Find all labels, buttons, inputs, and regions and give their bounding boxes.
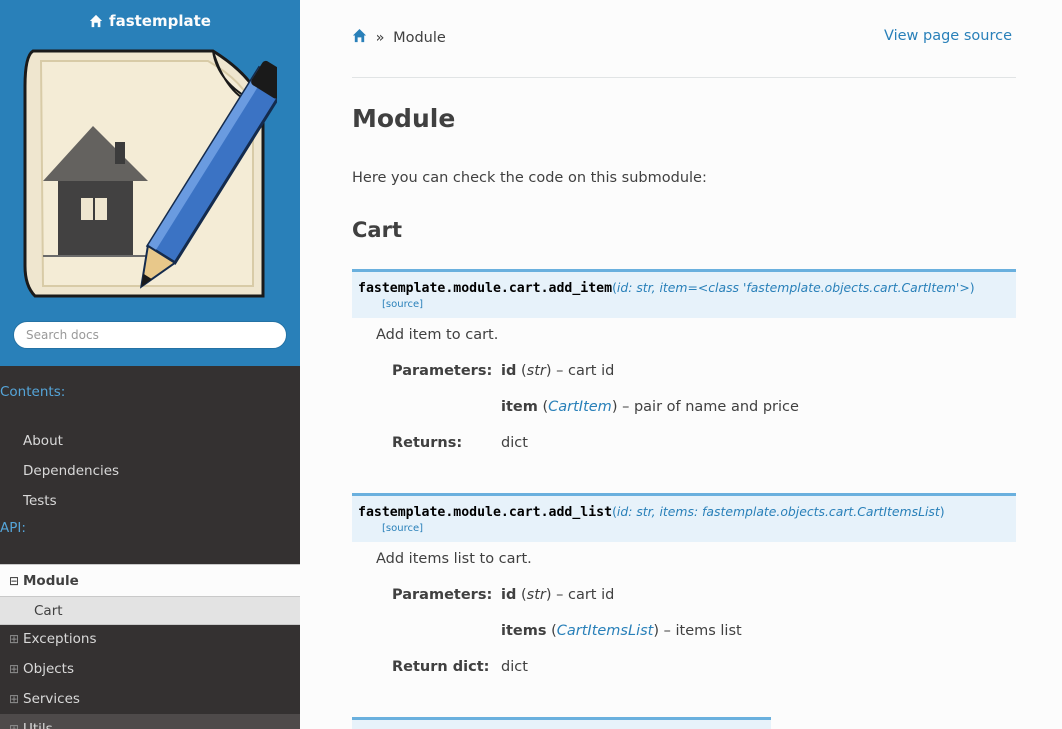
source-link[interactable]: [source] [382, 299, 423, 310]
collapse-icon[interactable]: ⊟ [9, 565, 19, 597]
function-description: Add item to cart. [376, 327, 499, 343]
param-item: items (CartItemsList) – items list [501, 623, 742, 639]
function-signature: fastemplate.module.cart.add_item(id: str… [352, 269, 1016, 318]
brand-link[interactable]: fastemplate [89, 12, 211, 30]
source-link[interactable]: [source] [382, 523, 423, 534]
param-type-link[interactable]: CartItem [548, 399, 612, 415]
expand-icon[interactable]: ⊞ [9, 684, 19, 714]
paren-close: ) [969, 280, 975, 295]
nav-item-module-label: Module [23, 573, 79, 589]
function-params: id: str, items: fastemplate.objects.cart… [616, 504, 940, 519]
param-desc: – pair of name and price [617, 399, 799, 415]
param-name: item [501, 399, 538, 415]
returns-label: Returns: [392, 435, 463, 451]
function-name: fastemplate.module.cart.add_item [358, 281, 613, 296]
breadcrumb: » Module View page source [352, 28, 1016, 48]
nav-item-exceptions[interactable]: ⊞ Exceptions [0, 624, 300, 654]
nav-item-objects-label: Objects [23, 661, 75, 677]
main-content: » Module View page source Module Here yo… [300, 0, 1062, 729]
view-source-link[interactable]: View page source [884, 28, 1012, 44]
sidebar: fastemplate Contents: About [0, 0, 300, 729]
nav-item-tests[interactable]: Tests [0, 486, 300, 516]
param-type-link[interactable]: CartItemsList [557, 623, 654, 639]
expand-icon[interactable]: ⊞ [9, 714, 19, 729]
nav-item-exceptions-label: Exceptions [23, 631, 97, 647]
function-name: fastemplate.module.cart.add_list [358, 505, 613, 520]
nav-item-dependencies[interactable]: Dependencies [0, 456, 300, 486]
nav-item-module[interactable]: ⊟ Module [0, 564, 300, 596]
param-desc: – cart id [551, 587, 615, 603]
param-type: str [526, 587, 546, 603]
page-title: Module [352, 104, 456, 133]
function-signature: fastemplate.module.cart.add_list(id: str… [352, 493, 1016, 542]
brand-name: fastemplate [109, 12, 211, 30]
function-description: Add items list to cart. [376, 551, 532, 567]
api-caption: API: [0, 520, 26, 536]
nav-item-utils-label: Utils [23, 721, 53, 729]
search-input[interactable] [13, 321, 287, 349]
breadcrumb-current: Module [393, 30, 446, 46]
sidebar-header: fastemplate [0, 0, 300, 366]
returns-label: Return dict: [392, 659, 490, 675]
nav-item-utils[interactable]: ⊞ Utils [0, 714, 300, 729]
param-desc: – items list [659, 623, 742, 639]
divider [352, 77, 1016, 78]
param-name: items [501, 623, 547, 639]
expand-icon[interactable]: ⊞ [9, 654, 19, 684]
contents-caption: Contents: [0, 384, 66, 400]
intro-text: Here you can check the code on this subm… [352, 170, 707, 186]
nav-item-objects[interactable]: ⊞ Objects [0, 654, 300, 684]
param-desc: – cart id [551, 363, 615, 379]
home-icon[interactable] [352, 28, 367, 43]
nav-item-services[interactable]: ⊞ Services [0, 684, 300, 714]
paren-close: ) [939, 504, 945, 519]
nav-item-services-label: Services [23, 691, 80, 707]
param-name: id [501, 587, 517, 603]
param-name: id [501, 363, 517, 379]
function-params: id: str, item=<class 'fastemplate.object… [616, 280, 970, 295]
returns-value: dict [501, 435, 528, 451]
section-title: Cart [352, 218, 402, 242]
nav-item-about[interactable]: About [0, 426, 300, 456]
breadcrumb-separator: » [375, 30, 385, 46]
returns-value: dict [501, 659, 528, 675]
function-signature-partial [352, 717, 771, 729]
parameters-label: Parameters: [392, 587, 493, 603]
project-logo [23, 49, 277, 298]
param-item: item (CartItem) – pair of name and price [501, 399, 799, 415]
param-item: id (str) – cart id [501, 587, 615, 603]
home-icon [89, 14, 103, 28]
parameters-label: Parameters: [392, 363, 493, 379]
expand-icon[interactable]: ⊞ [9, 624, 19, 654]
nav-item-cart[interactable]: Cart [0, 596, 300, 625]
param-item: id (str) – cart id [501, 363, 615, 379]
param-type: str [526, 363, 546, 379]
